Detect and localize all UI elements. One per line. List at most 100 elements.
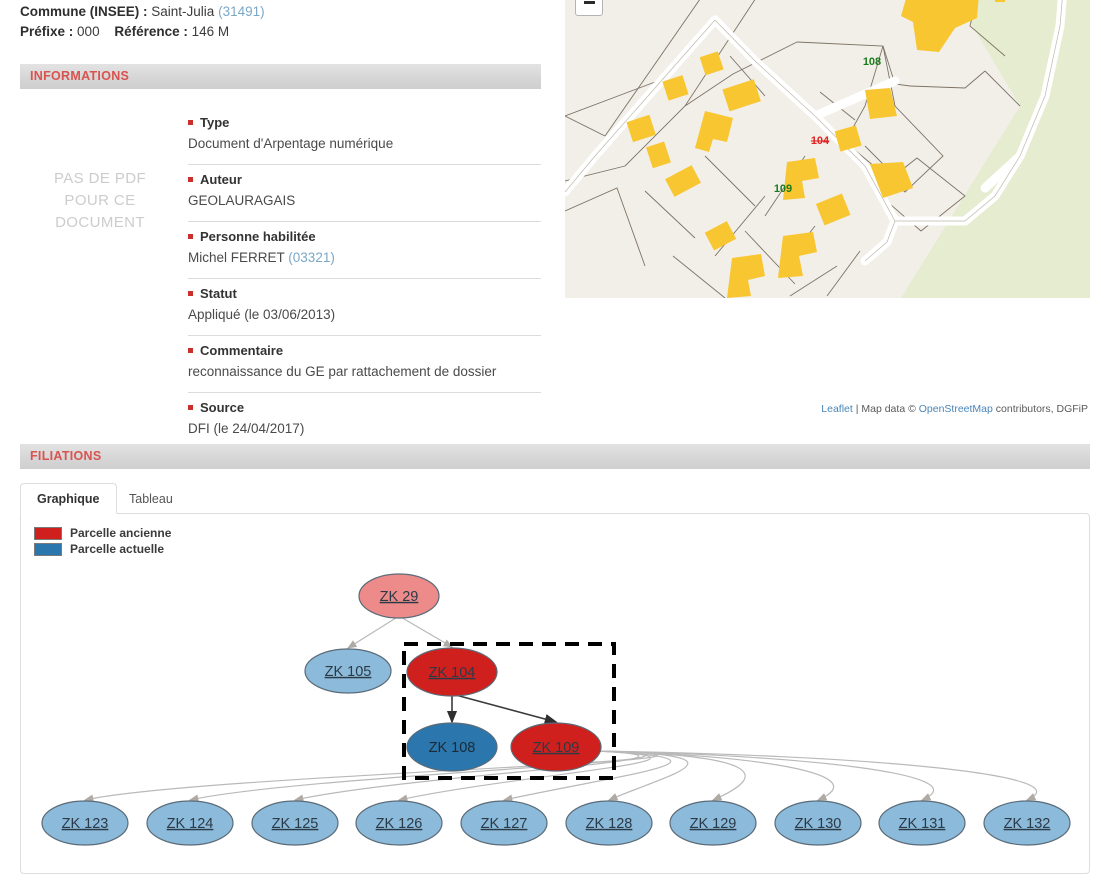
map-parcel-label[interactable]: 109 (774, 183, 792, 195)
reference-label: Référence : (114, 24, 188, 39)
bullet-icon (188, 177, 193, 182)
node-label: ZK 123 (62, 816, 109, 832)
node-label: ZK 108 (429, 740, 476, 756)
graph-edge (452, 694, 556, 722)
information-value-text: Document d'Arpentage numérique (188, 136, 393, 151)
graph-edge (597, 751, 1037, 800)
information-value: Document d'Arpentage numérique (188, 132, 541, 154)
map-canvas: 108 109 104 (565, 0, 1090, 298)
prefix-reference-line: Préfixe : 000 Référence : 146 M (20, 22, 540, 42)
node-label: ZK 29 (380, 589, 419, 605)
filiations-panel: Parcelle ancienne Parcelle actuelle ZK 2… (20, 513, 1090, 874)
node-label: ZK 128 (586, 816, 633, 832)
information-value-code[interactable]: (03321) (288, 250, 335, 265)
map-parcel-label[interactable]: 108 (863, 56, 881, 68)
information-row: Personne habilitée Michel FERRET (03321) (188, 222, 541, 279)
node-label: ZK 127 (481, 816, 528, 832)
information-row: Commentaire reconnaissance du GE par ratt… (188, 336, 541, 393)
pdf-placeholder: PAS DE PDF POUR CE DOCUMENT (20, 168, 180, 234)
parcel-identity: Commune (INSEE) : Saint-Julia (31491) Pr… (20, 2, 540, 42)
graph-node-zk-131[interactable]: ZK 131 (879, 801, 965, 845)
graph-node-zk-124[interactable]: ZK 124 (147, 801, 233, 845)
graph-node-zk-105[interactable]: ZK 105 (305, 649, 391, 693)
information-label-text: Type (200, 115, 229, 130)
graph-edge (348, 616, 399, 648)
information-value: DFI (le 24/04/2017) (188, 417, 541, 439)
information-label-text: Statut (200, 286, 237, 301)
node-label: ZK 129 (690, 816, 737, 832)
information-label-text: Source (200, 400, 244, 415)
graph-node-zk-129[interactable]: ZK 129 (670, 801, 756, 845)
information-label-text: Commentaire (200, 343, 283, 358)
node-label: ZK 104 (429, 665, 476, 681)
map-zoom-out-button[interactable] (575, 0, 603, 16)
parcel-map[interactable]: 108 109 104 (565, 0, 1090, 298)
node-label: ZK 109 (533, 740, 580, 756)
graph-node-zk-109[interactable]: ZK 109 (511, 723, 601, 771)
prefix-label: Préfixe : (20, 24, 73, 39)
information-label: Source (188, 393, 541, 417)
filiations-section-header: FILIATIONS (20, 444, 1090, 469)
information-value: Appliqué (le 03/06/2013) (188, 303, 541, 325)
informations-list: Type Document d'Arpentage numérique Auteur… (188, 108, 541, 449)
information-row: Source DFI (le 24/04/2017) (188, 393, 541, 449)
information-label: Commentaire (188, 336, 541, 360)
attribution-contributors: contributors, DGFiP (993, 403, 1088, 415)
commune-code[interactable]: (31491) (218, 4, 265, 19)
openstreetmap-link[interactable]: OpenStreetMap (919, 403, 993, 415)
information-value: Michel FERRET (03321) (188, 246, 541, 268)
graph-node-zk-29[interactable]: ZK 29 (359, 574, 439, 618)
node-label: ZK 131 (899, 816, 946, 832)
filiations-graph[interactable]: ZK 29 ZK 105 ZK 104 ZK 108 ZK 109 ZK 123 ZK 12… (21, 514, 1089, 873)
information-label: Statut (188, 279, 541, 303)
graph-node-zk-125[interactable]: ZK 125 (252, 801, 338, 845)
graph-node-zk-104[interactable]: ZK 104 (407, 648, 497, 696)
attribution-mapdata: Map data © (861, 403, 918, 415)
commune-value: Saint-Julia (151, 4, 214, 19)
pdf-placeholder-line-2: POUR CE (20, 190, 180, 212)
minus-icon (584, 1, 595, 4)
bullet-icon (188, 120, 193, 125)
information-label-text: Auteur (200, 172, 242, 187)
information-value: reconnaissance du GE par rattachement de… (188, 360, 541, 382)
pdf-placeholder-line-3: DOCUMENT (20, 212, 180, 234)
information-value-text: Michel FERRET (188, 250, 285, 265)
information-label: Type (188, 108, 541, 132)
information-value-text: DFI (le 24/04/2017) (188, 421, 304, 436)
information-value-text: Appliqué (le 03/06/2013) (188, 307, 335, 322)
graph-node-zk-127[interactable]: ZK 127 (461, 801, 547, 845)
informations-section-header: INFORMATIONS (20, 64, 541, 89)
graph-node-zk-123[interactable]: ZK 123 (42, 801, 128, 845)
graph-node-zk-128[interactable]: ZK 128 (566, 801, 652, 845)
commune-label: Commune (INSEE) : (20, 4, 148, 19)
information-value: GEOLAURAGAIS (188, 189, 541, 211)
information-value-text: GEOLAURAGAIS (188, 193, 295, 208)
graph-node-zk-108[interactable]: ZK 108 (407, 723, 497, 771)
pdf-placeholder-line-1: PAS DE PDF (20, 168, 180, 190)
bullet-icon (188, 348, 193, 353)
node-label: ZK 125 (272, 816, 319, 832)
tab-tableau[interactable]: Tableau (112, 483, 190, 514)
commune-line: Commune (INSEE) : Saint-Julia (31491) (20, 2, 540, 22)
graph-node-zk-130[interactable]: ZK 130 (775, 801, 861, 845)
node-label: ZK 124 (167, 816, 214, 832)
map-parcel-label[interactable]: 104 (811, 135, 830, 147)
bullet-icon (188, 405, 193, 410)
information-value-text: reconnaissance du GE par rattachement de… (188, 364, 496, 379)
bullet-icon (188, 234, 193, 239)
tab-graphique[interactable]: Graphique (20, 483, 117, 514)
information-label: Personne habilitée (188, 222, 541, 246)
node-label: ZK 132 (1004, 816, 1051, 832)
information-row: Type Document d'Arpentage numérique (188, 108, 541, 165)
information-label-text: Personne habilitée (200, 229, 316, 244)
map-attribution: Leaflet | Map data © OpenStreetMap contr… (565, 403, 1090, 415)
reference-value: 146 M (192, 24, 230, 39)
node-label: ZK 126 (376, 816, 423, 832)
graph-node-zk-126[interactable]: ZK 126 (356, 801, 442, 845)
graph-node-zk-132[interactable]: ZK 132 (984, 801, 1070, 845)
leaflet-link[interactable]: Leaflet (821, 403, 853, 415)
prefix-value: 000 (77, 24, 100, 39)
node-label: ZK 105 (325, 664, 372, 680)
node-label: ZK 130 (795, 816, 842, 832)
information-row: Auteur GEOLAURAGAIS (188, 165, 541, 222)
